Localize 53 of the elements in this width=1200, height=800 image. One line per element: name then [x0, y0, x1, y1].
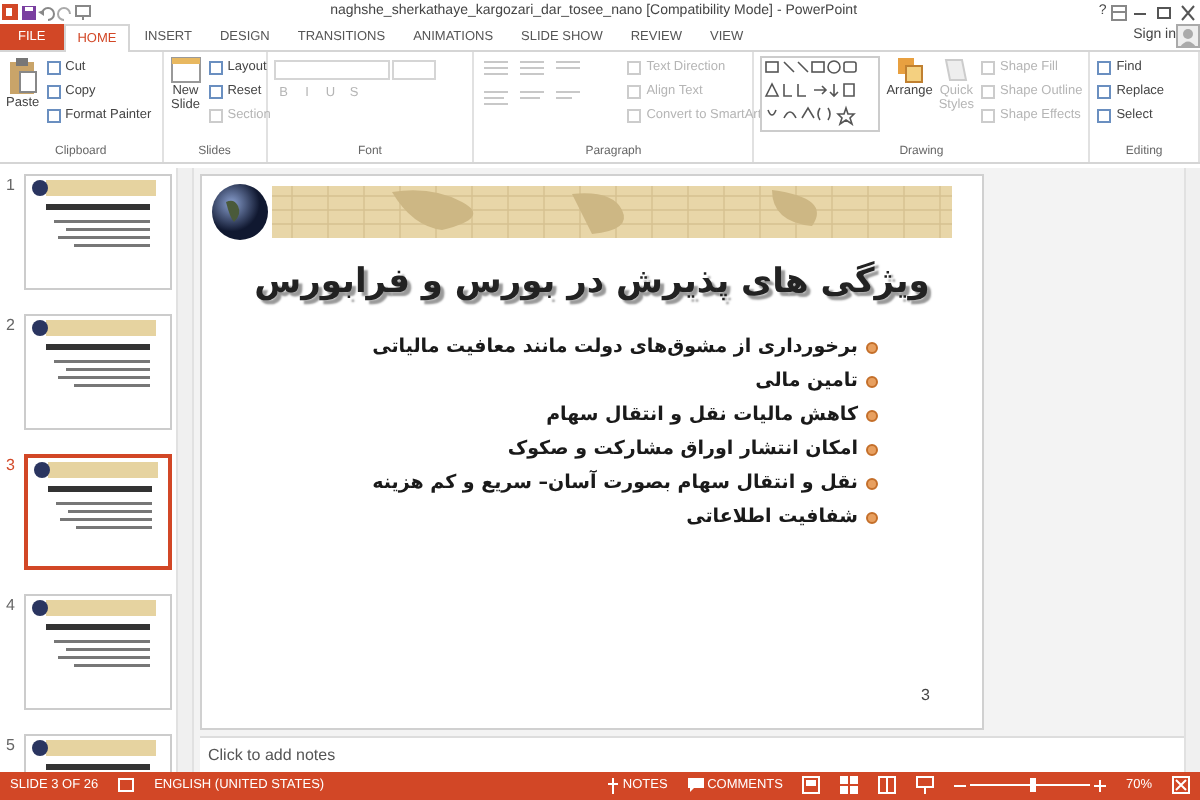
bullet-icon [866, 511, 878, 524]
reading-view-icon[interactable] [878, 776, 897, 795]
bullet-icon [866, 341, 878, 354]
restore-icon[interactable] [1152, 3, 1176, 21]
redo-icon[interactable] [56, 3, 74, 21]
slide-number: 5 [6, 733, 17, 758]
close-icon[interactable] [1176, 3, 1200, 21]
slide-thumbnail[interactable] [24, 173, 172, 290]
bullet-text: برخورداری از مشوق‌های دولت مانند معافیت مالیاتی [372, 333, 858, 362]
bullet-text: کاهش مالیات نقل و انتقال سهام [546, 401, 858, 430]
spelling-icon[interactable] [118, 777, 135, 794]
clipboard-icon [6, 56, 39, 96]
normal-view-icon[interactable] [802, 776, 821, 795]
bullet-icon [866, 409, 878, 422]
undo-icon[interactable] [38, 3, 56, 21]
save-icon[interactable] [20, 3, 38, 21]
slide-number: 3 [6, 453, 17, 478]
bullet-text: امکان انتشار اوراق مشارکت و صکوک [507, 435, 858, 464]
shapes-gallery[interactable] [760, 56, 881, 132]
notes-field[interactable]: Click to add notes [200, 735, 1184, 772]
bullet-icon [866, 477, 878, 490]
powerpoint-logo-icon [0, 2, 20, 22]
slide-thumbnail[interactable] [24, 453, 172, 570]
slide-number: 2 [6, 313, 17, 338]
zoom-in-icon[interactable] [1093, 779, 1106, 792]
notes-icon [605, 777, 620, 794]
font-size-field[interactable] [392, 59, 437, 80]
bullet-icon [866, 443, 878, 456]
slideshow-icon[interactable] [74, 3, 92, 21]
slide-title: ویژگی های پذیرش در بورس و فرابورس [252, 259, 932, 307]
comment-icon [687, 777, 704, 794]
scrollbar[interactable] [1184, 167, 1200, 772]
page-number: 3 [921, 683, 930, 708]
bullet-text: شفافیت اطلاعاتی [686, 503, 858, 532]
zoom-slider-thumb[interactable] [1030, 778, 1037, 793]
slide-number: 1 [6, 173, 17, 198]
slide-thumbnail[interactable] [24, 313, 172, 430]
bullet-text: تامین مالی [755, 367, 858, 396]
bullet-text: نقل و انتقال سهام بصورت آسان– سریع و کم هزینه [372, 469, 858, 498]
zoom-out-icon[interactable] [954, 779, 967, 792]
slide-thumbnail[interactable] [24, 593, 172, 710]
bullet-icon [866, 375, 878, 388]
quick-styles-icon [942, 56, 971, 84]
globe-icon [209, 182, 269, 243]
scrollbar[interactable] [176, 167, 192, 772]
ribbon-display-icon[interactable] [1110, 3, 1128, 21]
slideshow-view-icon[interactable] [916, 776, 935, 795]
font-name-field[interactable] [273, 59, 390, 80]
slide-sorter-icon[interactable] [840, 776, 859, 795]
slide-icon [169, 56, 202, 84]
fit-slide-icon[interactable] [1172, 776, 1190, 795]
slide-number: 4 [6, 593, 17, 618]
arrange-icon [895, 56, 924, 84]
